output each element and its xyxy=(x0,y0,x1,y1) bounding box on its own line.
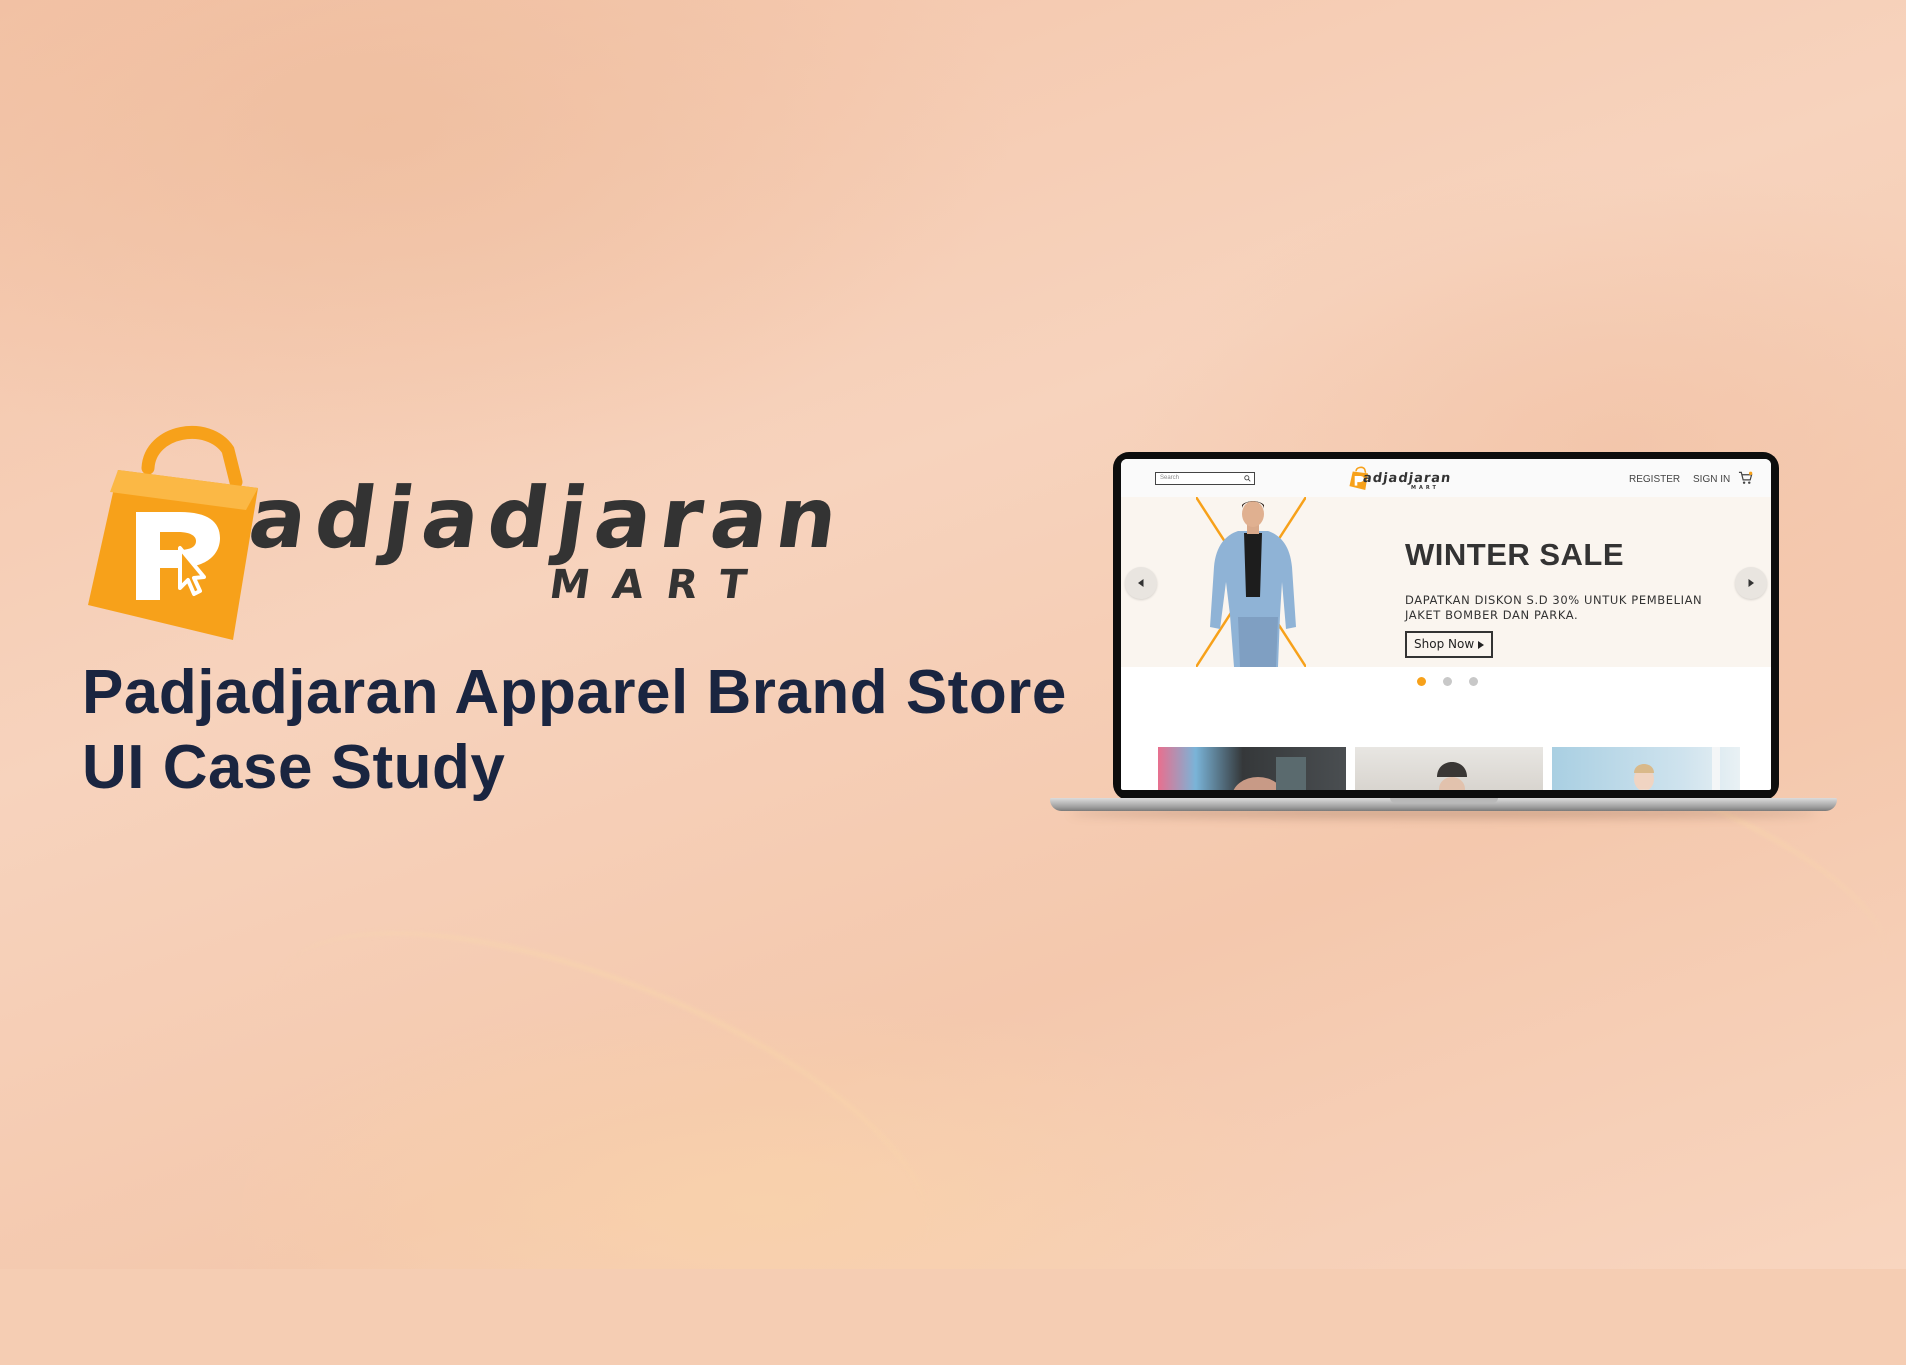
product-thumbnail[interactable] xyxy=(1158,747,1346,790)
sign-in-link[interactable]: SIGN IN xyxy=(1693,474,1730,485)
site-logo-word: adjadjaran xyxy=(1361,471,1453,486)
carousel-dot-1[interactable] xyxy=(1417,677,1426,686)
hero-banner: WINTER SALE DAPATKAN DISKON S.D 30% UNTU… xyxy=(1121,497,1771,667)
brand-wordmark-sub: MART xyxy=(546,562,773,608)
laptop-screen: Search adjadjaran MART REGISTER SIGN IN … xyxy=(1121,459,1771,790)
title-line-2: UI Case Study xyxy=(82,733,506,802)
title-line-1: Padjadjaran Apparel Brand Store xyxy=(82,658,1067,727)
site-navbar: Search adjadjaran MART REGISTER SIGN IN xyxy=(1121,459,1771,497)
hero-subtitle: DAPATKAN DISKON S.D 30% UNTUK PEMBELIAN … xyxy=(1405,593,1725,623)
cart-icon[interactable] xyxy=(1738,471,1753,485)
carousel-indicators xyxy=(1417,673,1495,691)
brand-logo: adjadjaran MART xyxy=(88,420,853,645)
chevron-right-icon xyxy=(1748,579,1754,587)
product-thumbnail[interactable] xyxy=(1552,747,1740,790)
shop-now-label: Shop Now xyxy=(1414,637,1475,651)
product-thumbnail[interactable] xyxy=(1355,747,1543,790)
carousel-dot-3[interactable] xyxy=(1469,677,1478,686)
carousel-dot-2[interactable] xyxy=(1443,677,1452,686)
model-photo xyxy=(1196,497,1306,667)
shopping-bag-logo-icon xyxy=(88,425,258,640)
product-photo xyxy=(1437,762,1467,790)
product-photo xyxy=(1634,747,1720,790)
carousel-next-button[interactable] xyxy=(1735,567,1767,599)
play-triangle-icon xyxy=(1478,641,1485,649)
laptop-lid: Search adjadjaran MART REGISTER SIGN IN … xyxy=(1113,452,1779,800)
hero-title: WINTER SALE xyxy=(1405,537,1625,572)
chevron-left-icon xyxy=(1138,579,1144,587)
shop-now-button[interactable]: Shop Now xyxy=(1405,631,1494,658)
product-photo xyxy=(1233,757,1306,790)
page-title: Padjadjaran Apparel Brand Store UI Case … xyxy=(82,655,1067,805)
laptop-notch xyxy=(1390,798,1498,803)
hero-subtitle-line-1: DAPATKAN DISKON S.D 30% UNTUK PEMBELIAN xyxy=(1405,593,1703,607)
brand-wordmark: adjadjaran xyxy=(243,469,853,567)
search-placeholder: Search xyxy=(1160,475,1180,481)
carousel-prev-button[interactable] xyxy=(1125,567,1157,599)
site-logo[interactable]: adjadjaran MART xyxy=(1349,466,1459,494)
search-input[interactable]: Search xyxy=(1155,472,1255,485)
hero-subtitle-line-2: JAKET BOMBER DAN PARKA. xyxy=(1405,608,1579,622)
site-logo-sub: MART xyxy=(1411,485,1439,491)
search-icon[interactable] xyxy=(1244,475,1251,482)
register-link[interactable]: REGISTER xyxy=(1629,474,1680,485)
laptop-mockup: Search adjadjaran MART REGISTER SIGN IN … xyxy=(1050,452,1837,818)
